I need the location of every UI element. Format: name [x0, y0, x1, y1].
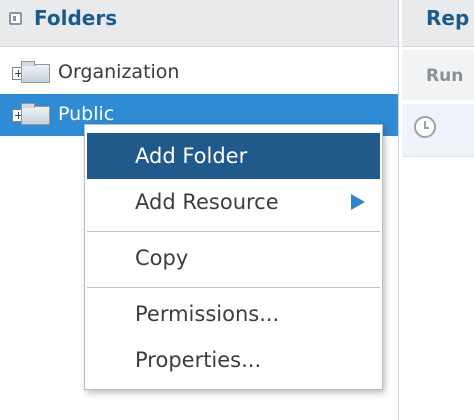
table-row[interactable] [402, 104, 474, 157]
menu-item-permissions[interactable]: Permissions... [87, 291, 380, 337]
folders-panel-title: Folders [34, 6, 118, 30]
menu-item-label: Permissions... [135, 302, 280, 326]
submenu-arrow-icon [351, 194, 365, 210]
menu-separator [87, 287, 380, 288]
menu-item-properties[interactable]: Properties... [87, 337, 380, 383]
menu-item-label: Properties... [135, 348, 262, 372]
menu-item-label: Copy [135, 246, 189, 270]
menu-item-label: Add Resource [135, 190, 279, 214]
menu-item-copy[interactable]: Copy [87, 235, 380, 281]
folder-icon [12, 103, 50, 126]
column-header-label: Run [426, 66, 464, 86]
tree-item-organization[interactable]: Organization [0, 52, 398, 94]
repository-panel: Rep Run [402, 0, 474, 420]
panel-icon [9, 12, 22, 25]
tree-item-label: Public [58, 103, 115, 125]
menu-item-label: Add Folder [135, 144, 248, 168]
repository-panel-header: Rep [402, 0, 474, 47]
menu-item-add-folder[interactable]: Add Folder [87, 133, 380, 179]
menu-separator [87, 231, 380, 232]
context-menu: Add Folder Add Resource Copy Permissions… [84, 124, 383, 390]
tree-item-label: Organization [58, 61, 180, 83]
repository-panel-title: Rep [426, 6, 470, 30]
clock-icon[interactable] [414, 116, 436, 138]
menu-item-add-resource[interactable]: Add Resource [87, 179, 380, 225]
folders-panel-header: Folders [0, 0, 398, 47]
folder-icon [12, 61, 50, 84]
column-header-run[interactable]: Run [402, 50, 474, 100]
